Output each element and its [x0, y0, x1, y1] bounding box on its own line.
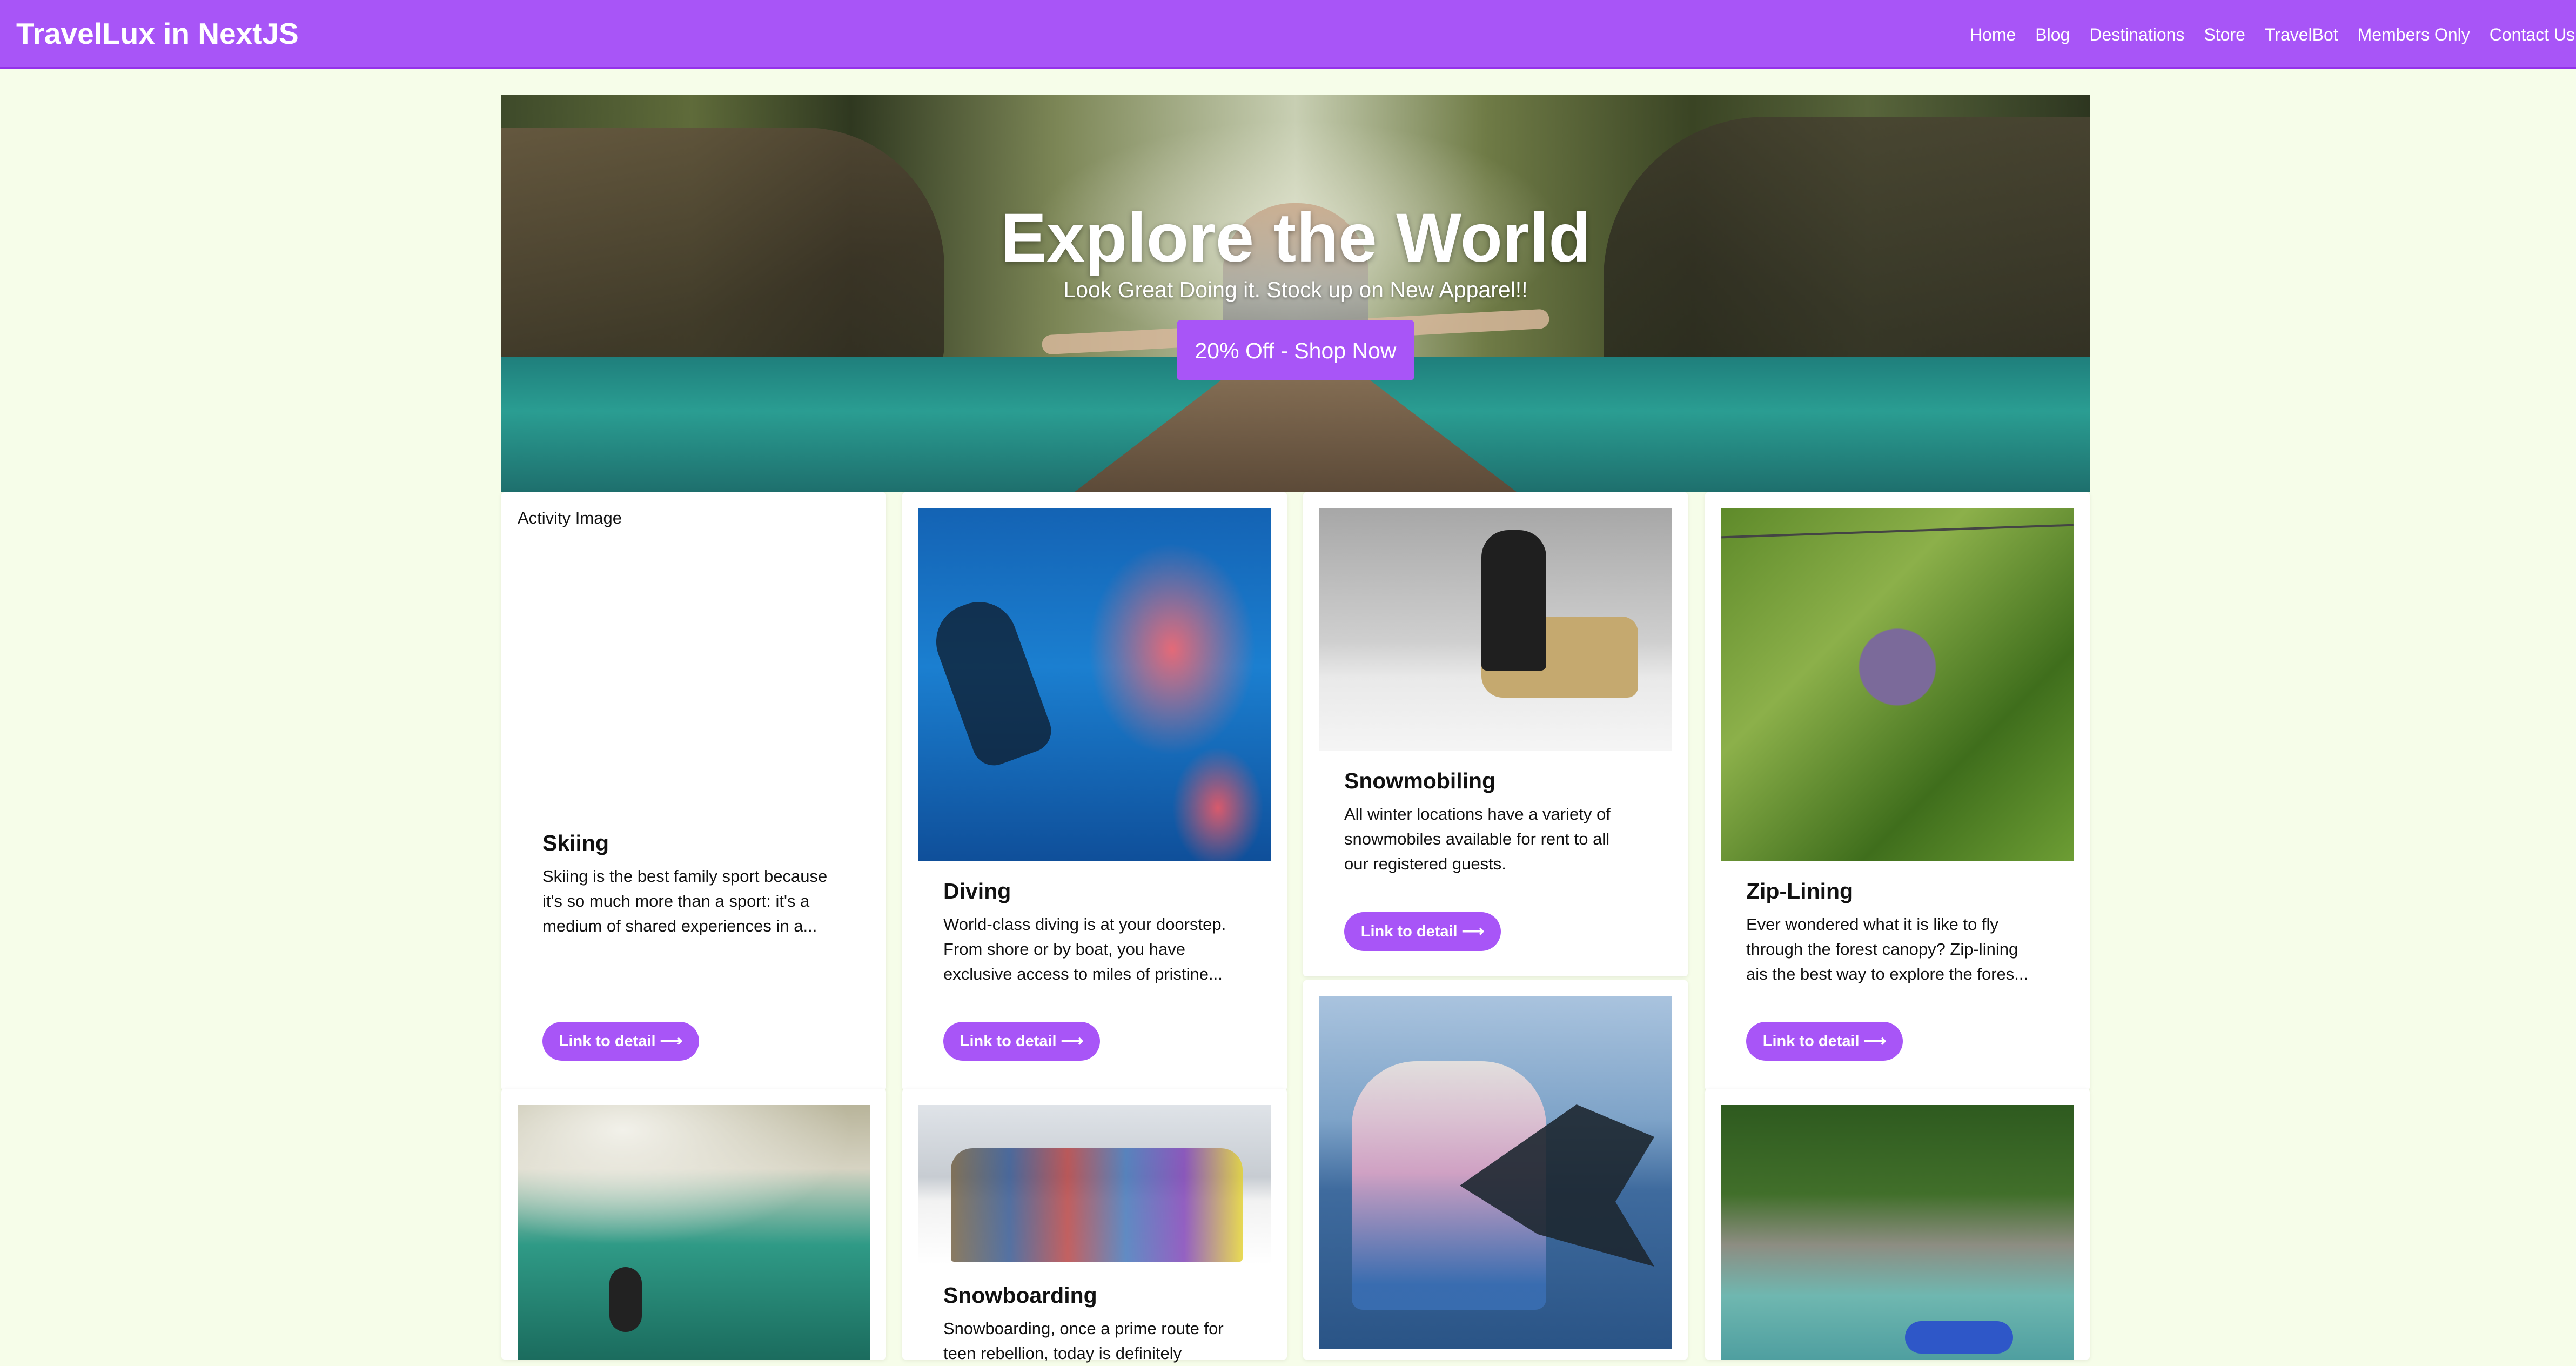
surfer-figure — [609, 1267, 642, 1332]
hero-subtitle: Look Great Doing it. Stock up on New App… — [1063, 277, 1528, 302]
nav-links: Home Blog Destinations Store TravelBot M… — [1960, 21, 2576, 49]
card-description-line: All winter locations have a variety of — [1344, 805, 1611, 823]
card-description-line: through the forest canopy? Zip-lining — [1746, 940, 2018, 959]
card-title: Zip-Lining — [1746, 879, 1854, 903]
diver-figure — [925, 591, 1057, 772]
nav-link-members-only[interactable]: Members Only — [2348, 21, 2480, 49]
zipline-cable — [1721, 524, 2074, 539]
nav-link-store[interactable]: Store — [2194, 21, 2255, 49]
broken-image-icon: Activity Image — [518, 508, 622, 528]
card-description: All winter locations have a variety of s… — [1344, 802, 1647, 876]
card-title: Snowmobiling — [1344, 768, 1496, 793]
brand-logo[interactable]: TravelLux in NextJS — [16, 14, 299, 53]
link-to-detail-button[interactable]: Link to detail ⟶ — [542, 1022, 699, 1061]
activity-card-snowmobiling: Snowmobiling All winter locations have a… — [1303, 492, 1688, 976]
fishing-image — [1319, 996, 1672, 1349]
card-description: World-class diving is at your doorstep. … — [943, 912, 1246, 987]
card-description-line: medium of shared experiences in a... — [542, 916, 817, 935]
nav-link-contact-us[interactable]: Contact Us — [2480, 21, 2576, 49]
card-description-line: exclusive access to miles of pristine... — [943, 965, 1223, 983]
top-navbar: TravelLux in NextJS Home Blog Destinatio… — [0, 0, 2576, 69]
nav-link-destinations[interactable]: Destinations — [2079, 21, 2194, 49]
link-to-detail-button[interactable]: Link to detail ⟶ — [1746, 1022, 1903, 1061]
card-description-line: it's so much more than a sport: it's a — [542, 892, 810, 910]
rafting-image — [1721, 1105, 2074, 1360]
card-description-line: From shore or by boat, you have — [943, 940, 1186, 959]
activity-card-zip-lining: Zip-Lining Ever wondered what it is like… — [1705, 492, 2090, 1090]
zip-lining-image — [1721, 508, 2074, 861]
surfing-image — [518, 1105, 870, 1360]
activity-card-fishing — [1303, 980, 1688, 1360]
snowmobile-rider — [1481, 530, 1546, 671]
diving-image — [918, 508, 1271, 861]
nav-link-home[interactable]: Home — [1960, 21, 2025, 49]
snowmobile-image — [1319, 508, 1672, 751]
card-description-line: Snowboarding, once a prime route for — [943, 1319, 1224, 1338]
card-description-line: Ever wondered what it is like to fly — [1746, 915, 1998, 934]
card-description-line: our registered guests. — [1344, 854, 1506, 873]
raft-figure — [1905, 1321, 2013, 1354]
card-description: Skiing is the best family sport because … — [542, 864, 845, 939]
activity-card-surfing — [501, 1089, 886, 1360]
hero-title: Explore the World — [1000, 199, 1591, 277]
card-description: Ever wondered what it is like to fly thr… — [1746, 912, 2049, 987]
card-description-line: ais the best way to explore the fores... — [1746, 965, 2029, 983]
card-description-line: Skiing is the best family sport because — [542, 867, 828, 886]
nav-link-blog[interactable]: Blog — [2025, 21, 2079, 49]
activity-card-diving: Diving World-class diving is at your doo… — [902, 492, 1287, 1090]
card-description-line: teen rebellion, today is definitely — [943, 1344, 1182, 1363]
card-description-line: snowmobiles available for rent to all — [1344, 829, 1610, 848]
activity-card-skiing: Activity Image Skiing Skiing is the best… — [501, 492, 886, 1090]
shop-now-button[interactable]: 20% Off - Shop Now — [1177, 320, 1414, 380]
activity-image-alt: Activity Image — [518, 508, 622, 527]
activity-card-rafting — [1705, 1089, 2090, 1360]
card-title: Snowboarding — [943, 1283, 1097, 1308]
hero-banner: Explore the World Look Great Doing it. S… — [501, 95, 2090, 492]
link-to-detail-button[interactable]: Link to detail ⟶ — [943, 1022, 1100, 1061]
snowboarding-image — [918, 1105, 1271, 1265]
card-title: Skiing — [542, 831, 609, 855]
card-description: Snowboarding, once a prime route for tee… — [943, 1316, 1246, 1366]
card-description-line: World-class diving is at your doorstep. — [943, 915, 1226, 934]
snowboard-group — [951, 1148, 1243, 1262]
link-to-detail-button[interactable]: Link to detail ⟶ — [1344, 912, 1501, 951]
nav-link-travelbot[interactable]: TravelBot — [2255, 21, 2348, 49]
card-title: Diving — [943, 879, 1011, 903]
activity-card-snowboarding: Snowboarding Snowboarding, once a prime … — [902, 1089, 1287, 1363]
